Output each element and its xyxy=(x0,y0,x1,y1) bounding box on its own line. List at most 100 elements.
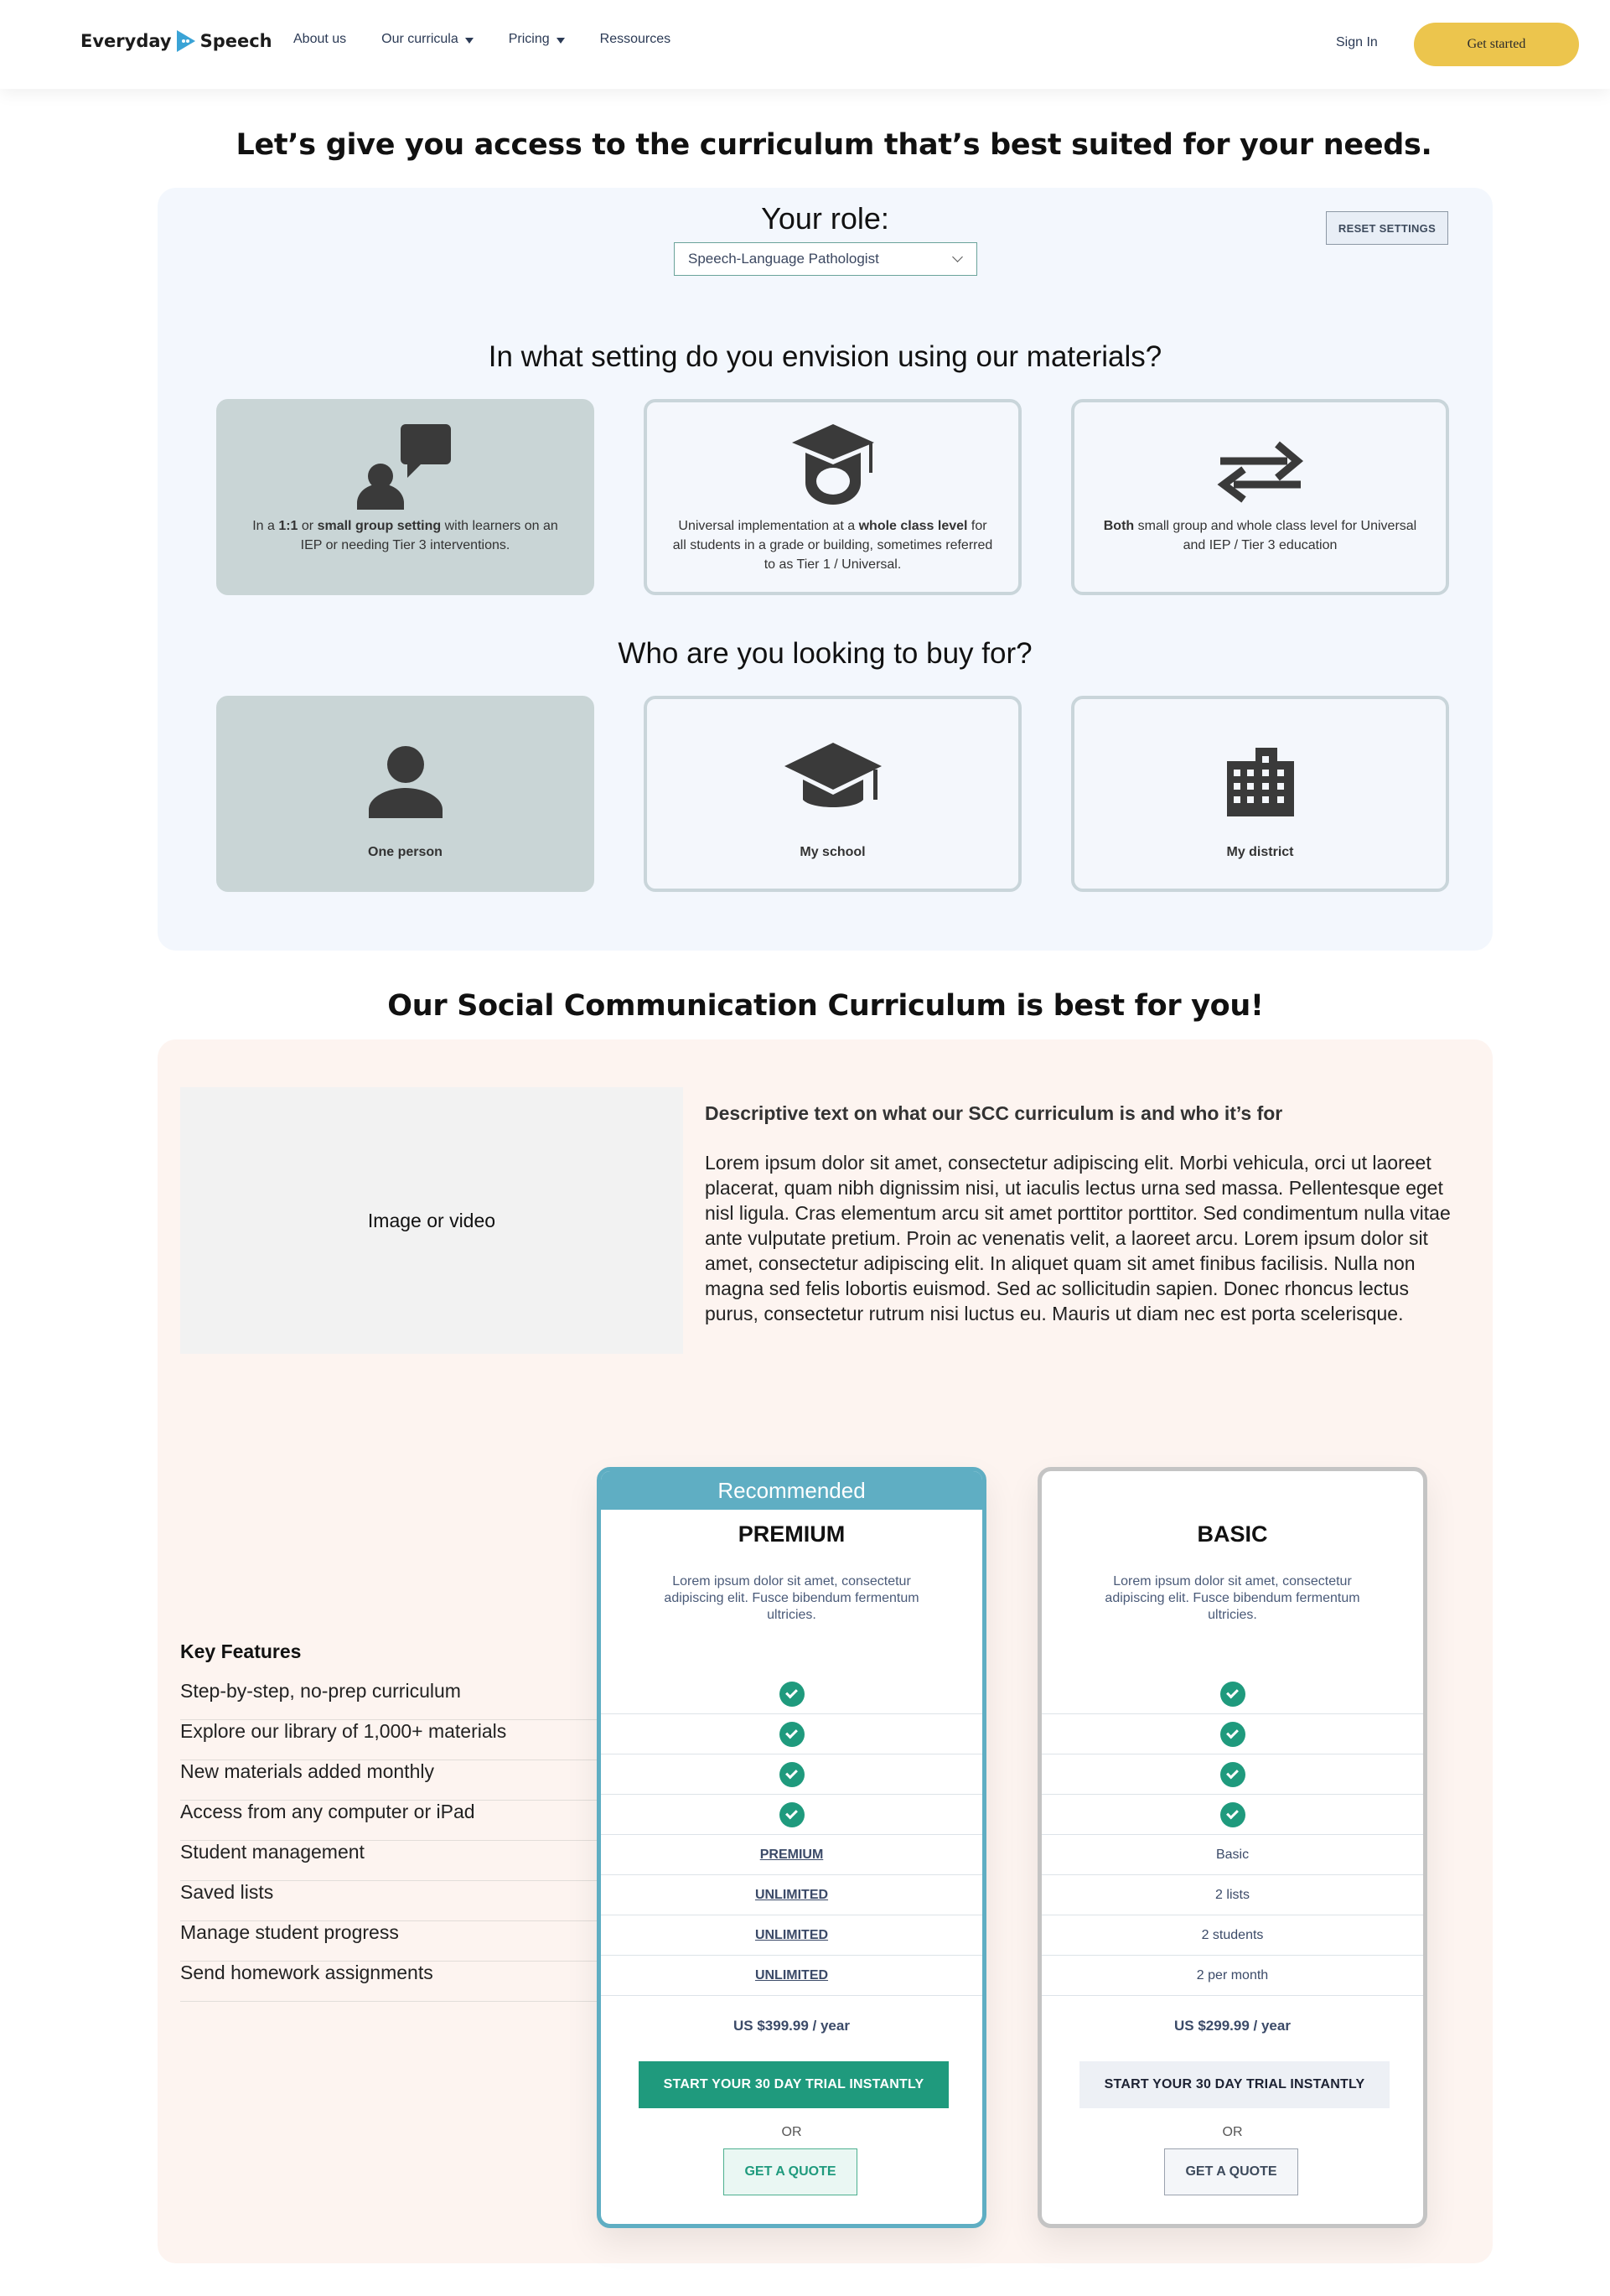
main-nav: About us Our curricula Pricing Ressource… xyxy=(293,32,706,47)
feature-label: Manage student progress xyxy=(180,1921,616,1962)
or-separator: OR xyxy=(1222,2125,1243,2139)
caret-down-icon xyxy=(556,37,565,44)
media-label: Image or video xyxy=(367,1209,496,1231)
description-title: Descriptive text on what our SCC curricu… xyxy=(705,1102,1283,1124)
plan-name: BASIC xyxy=(1197,1521,1268,1547)
nav-ressources[interactable]: Ressources xyxy=(600,32,670,47)
logo[interactable]: Everyday Speech xyxy=(80,29,272,54)
buyer-option-one-person[interactable]: One person xyxy=(216,696,594,892)
role-select[interactable]: Speech-Language Pathologist xyxy=(674,242,977,276)
feature-label: Access from any computer or iPad xyxy=(180,1801,616,1841)
nav-pricing-label: Pricing xyxy=(508,32,550,46)
logo-play-icon xyxy=(175,29,197,54)
get-started-button[interactable]: Get started xyxy=(1414,23,1579,66)
graduation-cap-student-icon xyxy=(647,421,1018,505)
plan-feature-value-link[interactable]: UNLIMITED xyxy=(755,1928,828,1943)
plan-feature-row: UNLIMITED xyxy=(601,1956,982,1996)
result-panel: Image or video Descriptive text on what … xyxy=(158,1039,1493,2263)
feature-label: Step-by-step, no-prep curriculum xyxy=(180,1680,616,1720)
setting-option-text: Universal implementation at a whole clas… xyxy=(672,519,993,572)
plan-feature-row xyxy=(1042,1674,1423,1714)
plan-feature-row: 2 students xyxy=(1042,1915,1423,1956)
buyer-option-label: One person xyxy=(368,845,443,859)
nav-about-us-label: About us xyxy=(293,32,347,46)
description-body: Lorem ipsum dolor sit amet, consectetur … xyxy=(705,1152,1451,1324)
person-icon xyxy=(220,741,591,821)
setting-option-small-group[interactable]: In a 1:1 or small group setting with lea… xyxy=(216,399,594,595)
plan-feature-row: UNLIMITED xyxy=(601,1915,982,1956)
speech-bubble-person-icon xyxy=(220,417,591,510)
plan-feature-row: PREMIUM xyxy=(601,1835,982,1875)
check-icon xyxy=(779,1681,805,1707)
role-label: Your role: xyxy=(761,201,889,236)
plan-description: Lorem ipsum dolor sit amet, consectetur … xyxy=(1105,1574,1360,1622)
plan-feature-row: 2 lists xyxy=(1042,1875,1423,1915)
setting-option-text: In a 1:1 or small group setting with lea… xyxy=(252,519,558,552)
top-header: Everyday Speech About us Our curricula P… xyxy=(0,0,1610,89)
plan-feature-value: 2 students xyxy=(1201,1927,1264,1942)
sign-in-link[interactable]: Sign In xyxy=(1336,35,1378,50)
feature-label: New materials added monthly xyxy=(180,1760,616,1801)
recommended-badge: Recommended xyxy=(601,1471,982,1510)
nav-about-us[interactable]: About us xyxy=(293,32,346,47)
plan-card-basic: BASIC Lorem ipsum dolor sit amet, consec… xyxy=(1038,1467,1427,2228)
get-quote-button[interactable]: GET A QUOTE xyxy=(1164,2148,1298,2195)
plan-feature-value-link[interactable]: UNLIMITED xyxy=(755,1968,828,1983)
plan-feature-value-link[interactable]: PREMIUM xyxy=(760,1848,824,1863)
feature-label: Explore our library of 1,000+ materials xyxy=(180,1720,616,1760)
plan-price: US $399.99 / year xyxy=(733,2018,850,2034)
plan-feature-row xyxy=(1042,1754,1423,1795)
check-icon xyxy=(779,1801,805,1827)
plan-feature-value: 2 per month xyxy=(1196,1967,1269,1982)
logo-text-right: Speech xyxy=(199,31,272,51)
plan-feature-value: Basic xyxy=(1215,1847,1250,1862)
curriculum-selector-panel: Your role: Speech-Language Pathologist R… xyxy=(158,188,1493,951)
start-trial-button[interactable]: START YOUR 30 DAY TRIAL INSTANTLY xyxy=(1079,2061,1390,2108)
plan-feature-row xyxy=(601,1754,982,1795)
plan-feature-row: UNLIMITED xyxy=(601,1875,982,1915)
plan-name: PREMIUM xyxy=(738,1521,846,1547)
plan-price: US $299.99 / year xyxy=(1174,2018,1291,2034)
feature-label: Student management xyxy=(180,1841,616,1881)
get-quote-button[interactable]: GET A QUOTE xyxy=(723,2148,857,2195)
caret-down-icon xyxy=(464,37,474,44)
buyer-option-my-school[interactable]: My school xyxy=(644,696,1022,892)
plan-feature-row xyxy=(601,1795,982,1835)
nav-ressources-label: Ressources xyxy=(599,32,671,46)
check-icon xyxy=(779,1721,805,1747)
plan-description: Lorem ipsum dolor sit amet, consectetur … xyxy=(664,1574,919,1622)
check-icon xyxy=(779,1761,805,1787)
buyer-option-label: My district xyxy=(1226,845,1294,859)
feature-label: Saved lists xyxy=(180,1881,616,1921)
setting-option-text: Both small group and whole class level f… xyxy=(1103,519,1417,552)
key-features-title: Key Features xyxy=(180,1640,302,1662)
nav-pricing[interactable]: Pricing xyxy=(509,32,565,47)
plan-feature-row xyxy=(601,1674,982,1714)
plan-feature-row xyxy=(1042,1714,1423,1754)
start-trial-button[interactable]: START YOUR 30 DAY TRIAL INSTANTLY xyxy=(639,2061,949,2108)
media-placeholder[interactable]: Image or video xyxy=(180,1087,683,1354)
nav-our-curricula[interactable]: Our curricula xyxy=(381,32,474,47)
check-icon xyxy=(1219,1801,1245,1827)
check-icon xyxy=(1219,1721,1245,1747)
plan-card-premium: Recommended PREMIUM Lorem ipsum dolor si… xyxy=(597,1467,986,2228)
or-separator: OR xyxy=(781,2125,802,2139)
buy-question: Who are you looking to buy for? xyxy=(618,637,1033,670)
nav-our-curricula-label: Our curricula xyxy=(381,32,458,46)
setting-question: In what setting do you envision using ou… xyxy=(488,340,1162,373)
buyer-options: One person My school My district xyxy=(216,696,1449,892)
plan-feature-value-link[interactable]: UNLIMITED xyxy=(755,1888,828,1903)
buyer-option-my-district[interactable]: My district xyxy=(1071,696,1449,892)
setting-option-whole-class[interactable]: Universal implementation at a whole clas… xyxy=(644,399,1022,595)
logo-text-left: Everyday xyxy=(80,31,172,51)
plan-feature-value: 2 lists xyxy=(1215,1887,1250,1902)
school-cap-icon xyxy=(647,738,1018,821)
page-headline: Let’s give you access to the curriculum … xyxy=(236,128,1432,162)
result-headline: Our Social Communication Curriculum is b… xyxy=(387,989,1264,1023)
building-icon xyxy=(1074,746,1446,816)
buyer-option-label: My school xyxy=(800,845,866,859)
reset-settings-button[interactable]: RESET SETTINGS xyxy=(1326,211,1448,245)
role-select-value: Speech-Language Pathologist xyxy=(688,251,879,267)
plan-feature-row xyxy=(1042,1795,1423,1835)
setting-option-both[interactable]: Both small group and whole class level f… xyxy=(1071,399,1449,595)
